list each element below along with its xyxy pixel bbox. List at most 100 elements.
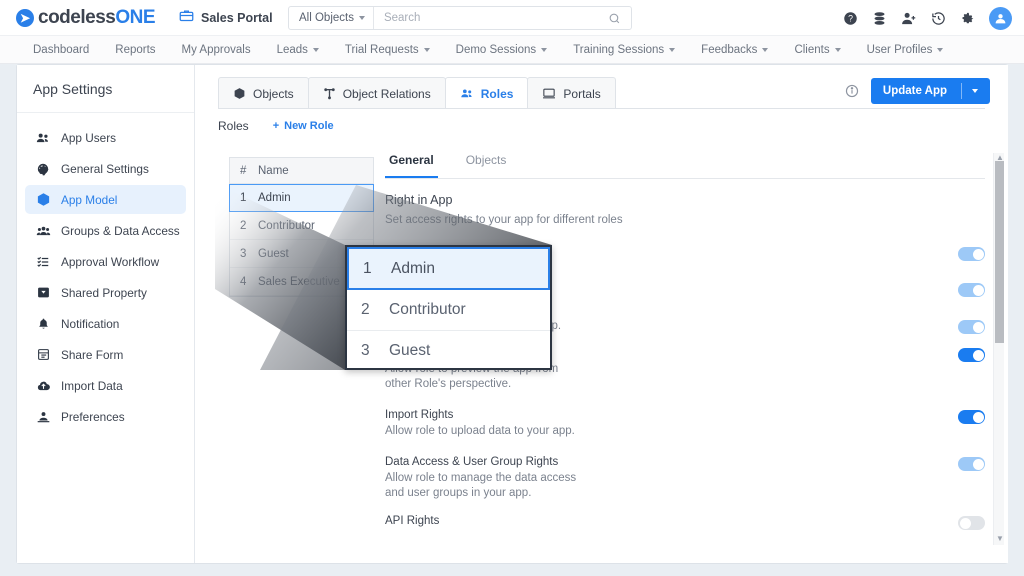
table-row[interactable]: 1 Admin <box>229 184 374 212</box>
tab-general[interactable]: General <box>385 153 438 178</box>
detail-tabs: General Objects <box>385 153 985 179</box>
nav-label: Clients <box>794 44 829 56</box>
tab-label: Portals <box>563 87 600 101</box>
nav-item-dashboard[interactable]: Dashboard <box>20 44 102 56</box>
setting-toggle[interactable] <box>958 348 985 362</box>
top-bar: ➤ codelessONE Sales Portal All Objects <box>0 0 1024 36</box>
sidebar-item-label: Approval Workflow <box>61 255 159 269</box>
sidebar-item-label: App Users <box>61 131 116 145</box>
toggle-knob <box>973 412 984 423</box>
chevron-down-icon <box>762 48 768 52</box>
gear-icon <box>35 162 51 176</box>
setting-toggle[interactable] <box>958 516 985 530</box>
cube-icon <box>233 87 246 100</box>
sidebar-item-import-data[interactable]: Import Data <box>25 371 186 400</box>
nav-label: Trial Requests <box>345 44 419 56</box>
sidebar-item-approval-workflow[interactable]: Approval Workflow <box>25 247 186 276</box>
magnified-row-guest[interactable]: 3 Guest <box>347 331 550 370</box>
magnifier-zoom-box: 1 Admin 2 Contributor 3 Guest <box>345 245 552 370</box>
tab-objects-detail[interactable]: Objects <box>462 153 511 178</box>
sidebar-item-app-model[interactable]: App Model <box>25 185 186 214</box>
gear-icon[interactable] <box>960 11 975 26</box>
object-selector-dropdown[interactable]: All Objects <box>289 7 374 29</box>
nav-item-user-profiles[interactable]: User Profiles <box>854 44 957 56</box>
avatar[interactable] <box>989 7 1012 30</box>
portal-name: Sales Portal <box>201 11 273 25</box>
logo[interactable]: ➤ codelessONE <box>16 7 155 29</box>
setting-toggle[interactable] <box>958 247 985 261</box>
tab-portals[interactable]: Portals <box>527 77 615 109</box>
toggle-knob <box>973 285 984 296</box>
scrollbar-thumb[interactable] <box>995 161 1004 343</box>
nav-item-training-sessions[interactable]: Training Sessions <box>560 44 688 56</box>
svg-text:?: ? <box>848 13 853 23</box>
update-app-dropdown[interactable] <box>961 83 978 99</box>
nav-item-trial-requests[interactable]: Trial Requests <box>332 44 443 56</box>
column-header-num: # <box>230 165 258 177</box>
setting-toggle[interactable] <box>958 410 985 424</box>
table-row[interactable]: 2 Contributor <box>230 212 373 240</box>
help-icon[interactable]: ? <box>843 11 858 26</box>
history-icon[interactable] <box>931 11 946 26</box>
setting-row-import-rights: Import Rights Allow role to upload data … <box>385 409 985 439</box>
tab-object-relations[interactable]: Object Relations <box>308 77 446 109</box>
row-name: Contributor <box>258 220 373 232</box>
new-role-label: New Role <box>284 120 334 132</box>
new-role-button[interactable]: + New Role <box>273 120 334 132</box>
sidebar-item-notification[interactable]: Notification <box>25 309 186 338</box>
setting-toggle[interactable] <box>958 283 985 297</box>
nav-item-reports[interactable]: Reports <box>102 44 168 56</box>
magnified-row-admin[interactable]: 1 Admin <box>347 247 550 290</box>
update-app-label: Update App <box>883 85 947 97</box>
setting-name: API Rights <box>385 515 585 527</box>
setting-toggle[interactable] <box>958 320 985 334</box>
detail-tab-label: General <box>389 153 434 167</box>
add-user-icon[interactable] <box>901 11 917 26</box>
nav-item-demo-sessions[interactable]: Demo Sessions <box>443 44 561 56</box>
sidebar-item-app-users[interactable]: App Users <box>25 123 186 152</box>
logo-text: codelessONE <box>38 7 155 29</box>
setting-name: Import Rights <box>385 409 585 421</box>
toggle-knob <box>973 249 984 260</box>
users-icon <box>460 87 474 100</box>
nav-item-my-approvals[interactable]: My Approvals <box>169 44 264 56</box>
setting-toggle[interactable] <box>958 457 985 471</box>
cube-icon <box>35 192 51 207</box>
search-icon[interactable] <box>608 12 631 25</box>
search-bar: All Objects <box>288 6 632 30</box>
sidebar-item-share-form[interactable]: Share Form <box>25 340 186 369</box>
content-pane: Objects Object Relations Roles Portals <box>195 65 1008 563</box>
app-window: ➤ codelessONE Sales Portal All Objects <box>0 0 1024 576</box>
nav-item-feedbacks[interactable]: Feedbacks <box>688 44 781 56</box>
search-input[interactable] <box>374 7 608 29</box>
circle-arrow-icon: ➤ <box>16 9 34 27</box>
nav-item-clients[interactable]: Clients <box>781 44 853 56</box>
scroll-down-arrow[interactable]: ▼ <box>996 534 1004 543</box>
sidebar-item-shared-property[interactable]: Shared Property <box>25 278 186 307</box>
update-app-button[interactable]: Update App <box>871 78 990 104</box>
roles-title: Roles <box>218 119 249 133</box>
nav-label: Reports <box>115 44 155 56</box>
vertical-scrollbar[interactable]: ▲ ▼ <box>993 153 1004 545</box>
portal-selector[interactable]: Sales Portal <box>179 8 273 28</box>
section-title: Right in App <box>385 193 985 207</box>
row-num: 2 <box>347 301 389 319</box>
nav-item-leads[interactable]: Leads <box>264 44 332 56</box>
sidebar-item-general-settings[interactable]: General Settings <box>25 154 186 183</box>
sidebar-item-label: General Settings <box>61 162 149 176</box>
group-icon <box>35 224 51 238</box>
magnified-row-contributor[interactable]: 2 Contributor <box>347 290 550 331</box>
sidebar-item-groups-data-access[interactable]: Groups & Data Access <box>25 216 186 245</box>
row-name: Admin <box>258 192 373 204</box>
setting-desc: Allow role to upload data to your app. <box>385 424 585 439</box>
tab-roles[interactable]: Roles <box>445 77 529 109</box>
database-icon[interactable] <box>872 11 887 26</box>
info-icon[interactable] <box>845 84 859 98</box>
nav-label: Demo Sessions <box>456 44 537 56</box>
nav-label: My Approvals <box>182 44 251 56</box>
nav-label: Feedbacks <box>701 44 757 56</box>
sidebar-item-preferences[interactable]: Preferences <box>25 402 186 431</box>
tab-objects[interactable]: Objects <box>218 77 309 109</box>
toggle-knob <box>973 322 984 333</box>
section-subtitle: Set access rights to your app for differ… <box>385 214 985 226</box>
